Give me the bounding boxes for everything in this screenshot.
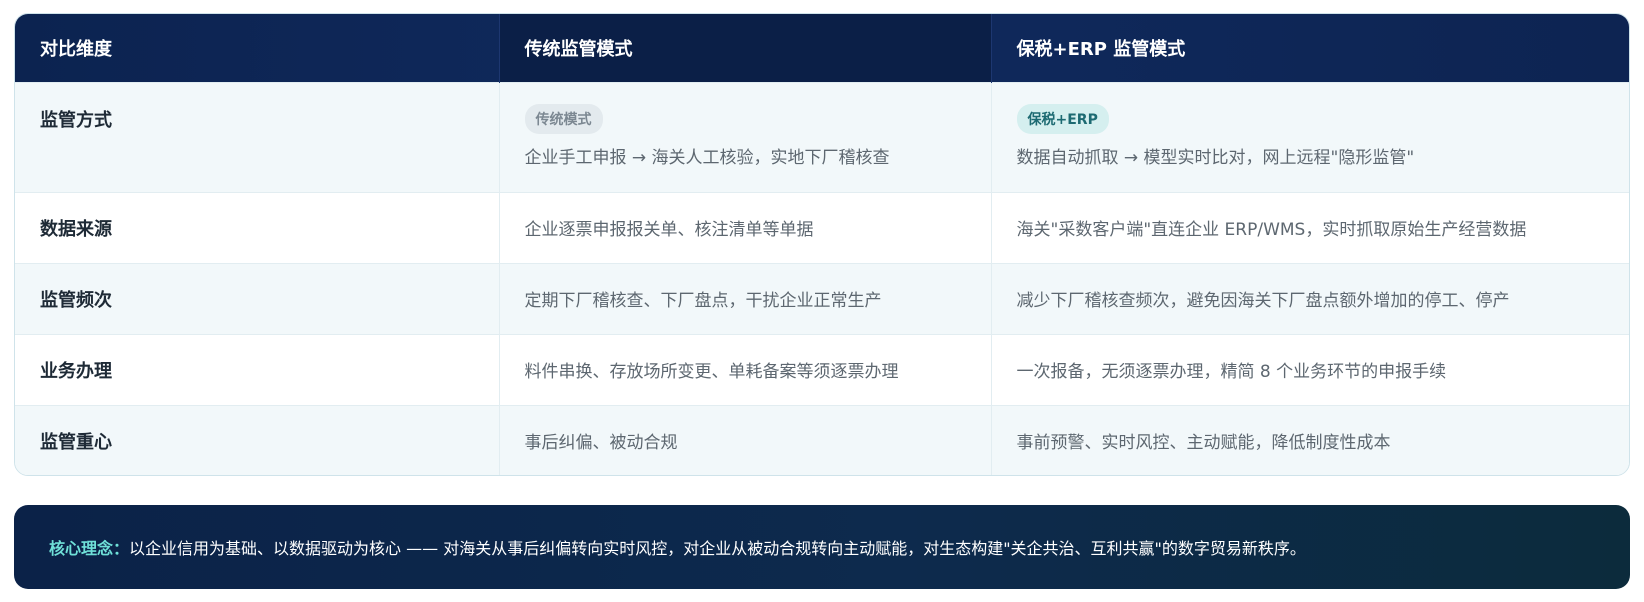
row-erp-text: 减少下厂稽核查频次，避免因海关下厂盘点额外增加的停工、停产 xyxy=(990,263,1629,334)
table-row: 监管方式 传统模式 企业手工申报 → 海关人工核验，实地下厂稽核查 保税+ERP… xyxy=(15,82,1629,192)
core-concept-text: 以企业信用为基础、以数据驱动为核心 —— 对海关从事后纠偏转向实时风控，对企业从… xyxy=(129,539,1306,558)
row-erp-text: 数据自动抓取 → 模型实时比对，网上远程"隐形监管" xyxy=(1016,147,1415,168)
row-dimension: 监管方式 xyxy=(40,109,112,131)
row-dimension: 监管频次 xyxy=(40,289,112,311)
row-dimension: 数据来源 xyxy=(40,218,112,240)
table-row: 监管重心 事后纠偏、被动合规 事前预警、实时风控、主动赋能，降低制度性成本 xyxy=(15,405,1629,475)
row-traditional-text: 事后纠偏、被动合规 xyxy=(498,405,991,475)
row-erp-text: 一次报备，无须逐票办理，精简 8 个业务环节的申报手续 xyxy=(990,334,1629,405)
row-traditional-text: 料件串换、存放场所变更、单耗备案等须逐票办理 xyxy=(498,334,991,405)
row-traditional-cell: 传统模式 企业手工申报 → 海关人工核验，实地下厂稽核查 xyxy=(498,82,991,192)
comparison-table-card: 对比维度 传统监管模式 保税+ERP 监管模式 监管方式 传统模式 企业手工申报… xyxy=(14,13,1630,476)
header-erp: 保税+ERP 监管模式 xyxy=(990,14,1629,82)
erp-mode-tag: 保税+ERP xyxy=(1016,103,1109,134)
row-erp-text: 事前预警、实时风控、主动赋能，降低制度性成本 xyxy=(990,405,1629,475)
table-header-row: 对比维度 传统监管模式 保税+ERP 监管模式 xyxy=(15,14,1629,82)
row-dimension: 监管重心 xyxy=(40,431,112,453)
page: 对比维度 传统监管模式 保税+ERP 监管模式 监管方式 传统模式 企业手工申报… xyxy=(0,0,1644,602)
row-dimension: 业务办理 xyxy=(40,360,112,382)
table-row: 监管频次 定期下厂稽核查、下厂盘点，干扰企业正常生产 减少下厂稽核查频次，避免因… xyxy=(15,263,1629,334)
row-erp-cell: 保税+ERP 数据自动抓取 → 模型实时比对，网上远程"隐形监管" xyxy=(990,82,1629,192)
header-traditional: 传统监管模式 xyxy=(498,14,991,82)
table-row: 数据来源 企业逐票申报报关单、核注清单等单据 海关"采数客户端"直连企业 ERP… xyxy=(15,192,1629,263)
traditional-mode-tag: 传统模式 xyxy=(524,103,603,134)
core-concept-banner: 核心理念： 以企业信用为基础、以数据驱动为核心 —— 对海关从事后纠偏转向实时风… xyxy=(14,505,1630,589)
row-traditional-text: 定期下厂稽核查、下厂盘点，干扰企业正常生产 xyxy=(498,263,991,334)
row-traditional-text: 企业手工申报 → 海关人工核验，实地下厂稽核查 xyxy=(524,147,890,168)
row-erp-text: 海关"采数客户端"直连企业 ERP/WMS，实时抓取原始生产经营数据 xyxy=(990,192,1629,263)
core-concept-label: 核心理念： xyxy=(49,539,130,558)
row-traditional-text: 企业逐票申报报关单、核注清单等单据 xyxy=(498,192,991,263)
header-dimension: 对比维度 xyxy=(40,38,112,60)
table-row: 业务办理 料件串换、存放场所变更、单耗备案等须逐票办理 一次报备，无须逐票办理，… xyxy=(15,334,1629,405)
comparison-table: 对比维度 传统监管模式 保税+ERP 监管模式 监管方式 传统模式 企业手工申报… xyxy=(15,14,1629,475)
